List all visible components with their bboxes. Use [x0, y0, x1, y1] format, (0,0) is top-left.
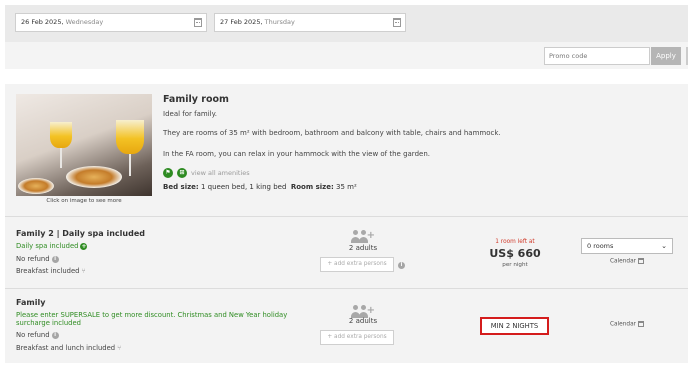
- calendar-link[interactable]: Calendar: [597, 321, 657, 328]
- view-all-amenities-link[interactable]: view all amenities: [191, 169, 250, 177]
- promo-code-input[interactable]: [544, 47, 650, 65]
- food-plate-image: [66, 166, 122, 188]
- wine-glass-image: [50, 122, 72, 148]
- row-divider: [5, 288, 688, 289]
- plus-circle-icon[interactable]: +: [80, 242, 88, 250]
- room-size-value: 35 m²: [336, 183, 357, 191]
- add-extra-persons-label: add extra persons: [334, 334, 387, 340]
- refund-policy: No refund i: [16, 255, 59, 263]
- refund-text: No refund: [16, 255, 50, 263]
- check-out-date-field[interactable]: 27 Feb 2025, Thursday: [214, 13, 406, 32]
- rate-highlight: Please enter SUPERSALE to get more disco…: [16, 311, 288, 327]
- meal-text: Breakfast and lunch included: [16, 344, 116, 352]
- date-search-bar: 26 Feb 2025, Wednesday 27 Feb 2025, Thur…: [5, 5, 688, 42]
- rooms-left-notice: 1 room left at: [495, 239, 535, 245]
- glass-stem: [129, 154, 131, 176]
- meal-plan: Breakfast and lunch included ⑂: [16, 344, 121, 352]
- room-description: They are rooms of 35 m² with bedroom, ba…: [163, 129, 501, 137]
- room-tagline: Ideal for family.: [163, 110, 217, 118]
- per-night-label: per night: [502, 262, 528, 268]
- calendar-icon[interactable]: [194, 18, 202, 27]
- info-icon[interactable]: i: [51, 331, 59, 339]
- apply-button[interactable]: Apply: [651, 47, 681, 65]
- check-in-weekday: Wednesday: [65, 18, 104, 26]
- cutlery-icon: ⑂: [117, 344, 122, 352]
- rate-price: US$ 660: [489, 247, 541, 260]
- room-card: Click on image to see more Family room I…: [5, 84, 688, 363]
- rate-highlight: Daily spa included +: [16, 242, 88, 250]
- meal-plan: Breakfast included ⑂: [16, 267, 86, 275]
- min-stay-badge: MIN 2 NIGHTS: [480, 317, 549, 335]
- adults-count: 2 adults: [348, 244, 378, 252]
- calendar-icon: [638, 321, 645, 327]
- room-photo[interactable]: [16, 94, 152, 196]
- bed-size-value: 1 queen bed, 1 king bed: [200, 183, 287, 191]
- check-in-date-field[interactable]: 26 Feb 2025, Wednesday: [15, 13, 207, 32]
- chevron-down-icon: ⌄: [661, 242, 667, 250]
- add-extra-persons-button[interactable]: + add extra persons: [320, 257, 394, 272]
- meal-text: Breakfast included: [16, 267, 80, 275]
- room-note: In the FA room, you can relax in your ha…: [163, 150, 430, 158]
- refund-policy: No refund i: [16, 331, 59, 339]
- calendar-link[interactable]: Calendar: [597, 258, 657, 265]
- room-title: Family room: [163, 94, 229, 105]
- glass-stem: [60, 148, 62, 168]
- promo-bar: Apply: [5, 42, 688, 69]
- calendar-icon: [638, 258, 645, 264]
- wine-glass-image: [116, 120, 144, 154]
- cutlery-icon: ⑂: [81, 267, 86, 275]
- persons-plus-icon: +: [351, 230, 375, 243]
- bed-size-label: Bed size:: [163, 183, 199, 191]
- check-out-date: 27 Feb 2025,: [220, 18, 263, 26]
- calendar-label: Calendar: [609, 321, 637, 328]
- food-plate-image: [18, 178, 54, 194]
- add-extra-persons-button[interactable]: + add extra persons: [320, 330, 394, 345]
- check-in-date: 26 Feb 2025,: [21, 18, 64, 26]
- add-extra-persons-label: add extra persons: [334, 261, 387, 267]
- adults-count: 2 adults: [348, 317, 378, 325]
- row-divider: [5, 216, 688, 217]
- bed-and-room-size: Bed size: 1 queen bed, 1 king bed Room s…: [163, 183, 357, 191]
- rooms-select[interactable]: 0 rooms ⌄: [581, 238, 673, 254]
- info-icon[interactable]: i: [398, 262, 405, 269]
- check-out-weekday: Thursday: [264, 18, 295, 26]
- rate-highlight-text: Daily spa included: [16, 242, 79, 250]
- room-size-label: Room size:: [290, 183, 334, 191]
- photo-caption: Click on image to see more: [46, 198, 122, 204]
- calendar-label: Calendar: [609, 258, 637, 265]
- parking-amenity-icon: ⊞: [177, 168, 187, 178]
- rate-name: Family 2 | Daily spa included: [16, 229, 145, 238]
- refund-text: No refund: [16, 331, 50, 339]
- calendar-icon[interactable]: [393, 18, 401, 27]
- rate-name: Family: [16, 298, 46, 307]
- info-icon[interactable]: i: [51, 255, 59, 263]
- rooms-select-value: 0 rooms: [587, 242, 614, 250]
- hammock-amenity-icon: ⚑: [163, 168, 173, 178]
